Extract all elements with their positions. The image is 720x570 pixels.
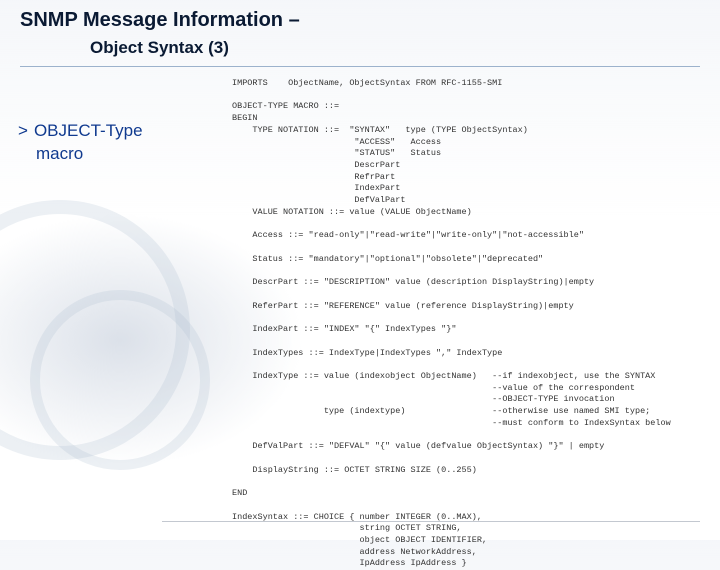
code-line: string OCTET STRING,: [232, 523, 462, 533]
code-line: IndexType ::= value (indexobject ObjectN…: [232, 371, 655, 381]
code-line: VALUE NOTATION ::= value (VALUE ObjectNa…: [232, 207, 472, 217]
code-line: DefValPart: [232, 195, 405, 205]
content-area: > OBJECT-Type macro IMPORTS ObjectName, O…: [0, 78, 720, 540]
bottom-rule: [162, 521, 700, 522]
code-line: DescrPart: [232, 160, 400, 170]
side-note: > OBJECT-Type macro: [18, 120, 208, 166]
code-line: IndexPart ::= "INDEX" "{" IndexTypes "}": [232, 324, 456, 334]
code-line: --OBJECT-TYPE invocation: [232, 394, 615, 404]
page-subtitle: Object Syntax (3): [0, 34, 720, 64]
code-line: address NetworkAddress,: [232, 547, 477, 557]
code-line: RefrPart: [232, 172, 395, 182]
code-line: --must conform to IndexSyntax below: [232, 418, 671, 428]
code-line: object OBJECT IDENTIFIER,: [232, 535, 487, 545]
code-line: "ACCESS" Access: [232, 137, 441, 147]
code-line: IMPORTS ObjectName, ObjectSyntax FROM RF…: [232, 78, 502, 88]
code-line: Status ::= "mandatory"|"optional"|"obsol…: [232, 254, 543, 264]
code-line: IndexPart: [232, 183, 400, 193]
code-line: Access ::= "read-only"|"read-write"|"wri…: [232, 230, 584, 240]
code-line: DefValPart ::= "DEFVAL" "{" value (defva…: [232, 441, 604, 451]
code-line: --value of the correspondent: [232, 383, 635, 393]
code-line: type (indextype) --otherwise use named S…: [232, 406, 650, 416]
code-line: IpAddress IpAddress }: [232, 558, 467, 568]
chevron-right-icon: >: [18, 121, 28, 140]
code-line: END: [232, 488, 247, 498]
side-note-line1: OBJECT-Type: [34, 121, 143, 140]
macro-code-block: IMPORTS ObjectName, ObjectSyntax FROM RF…: [232, 78, 712, 536]
code-line: IndexTypes ::= IndexType|IndexTypes "," …: [232, 348, 502, 358]
code-line: ReferPart ::= "REFERENCE" value (referen…: [232, 301, 574, 311]
code-line: OBJECT-TYPE MACRO ::=: [232, 101, 339, 111]
code-line: BEGIN: [232, 113, 258, 123]
code-line: DescrPart ::= "DESCRIPTION" value (descr…: [232, 277, 594, 287]
code-line: "STATUS" Status: [232, 148, 441, 158]
page-title: SNMP Message Information –: [0, 0, 720, 34]
side-note-line2: macro: [18, 143, 208, 166]
title-rule: [20, 66, 700, 67]
code-line: TYPE NOTATION ::= "SYNTAX" type (TYPE Ob…: [232, 125, 528, 135]
code-line: DisplayString ::= OCTET STRING SIZE (0..…: [232, 465, 477, 475]
